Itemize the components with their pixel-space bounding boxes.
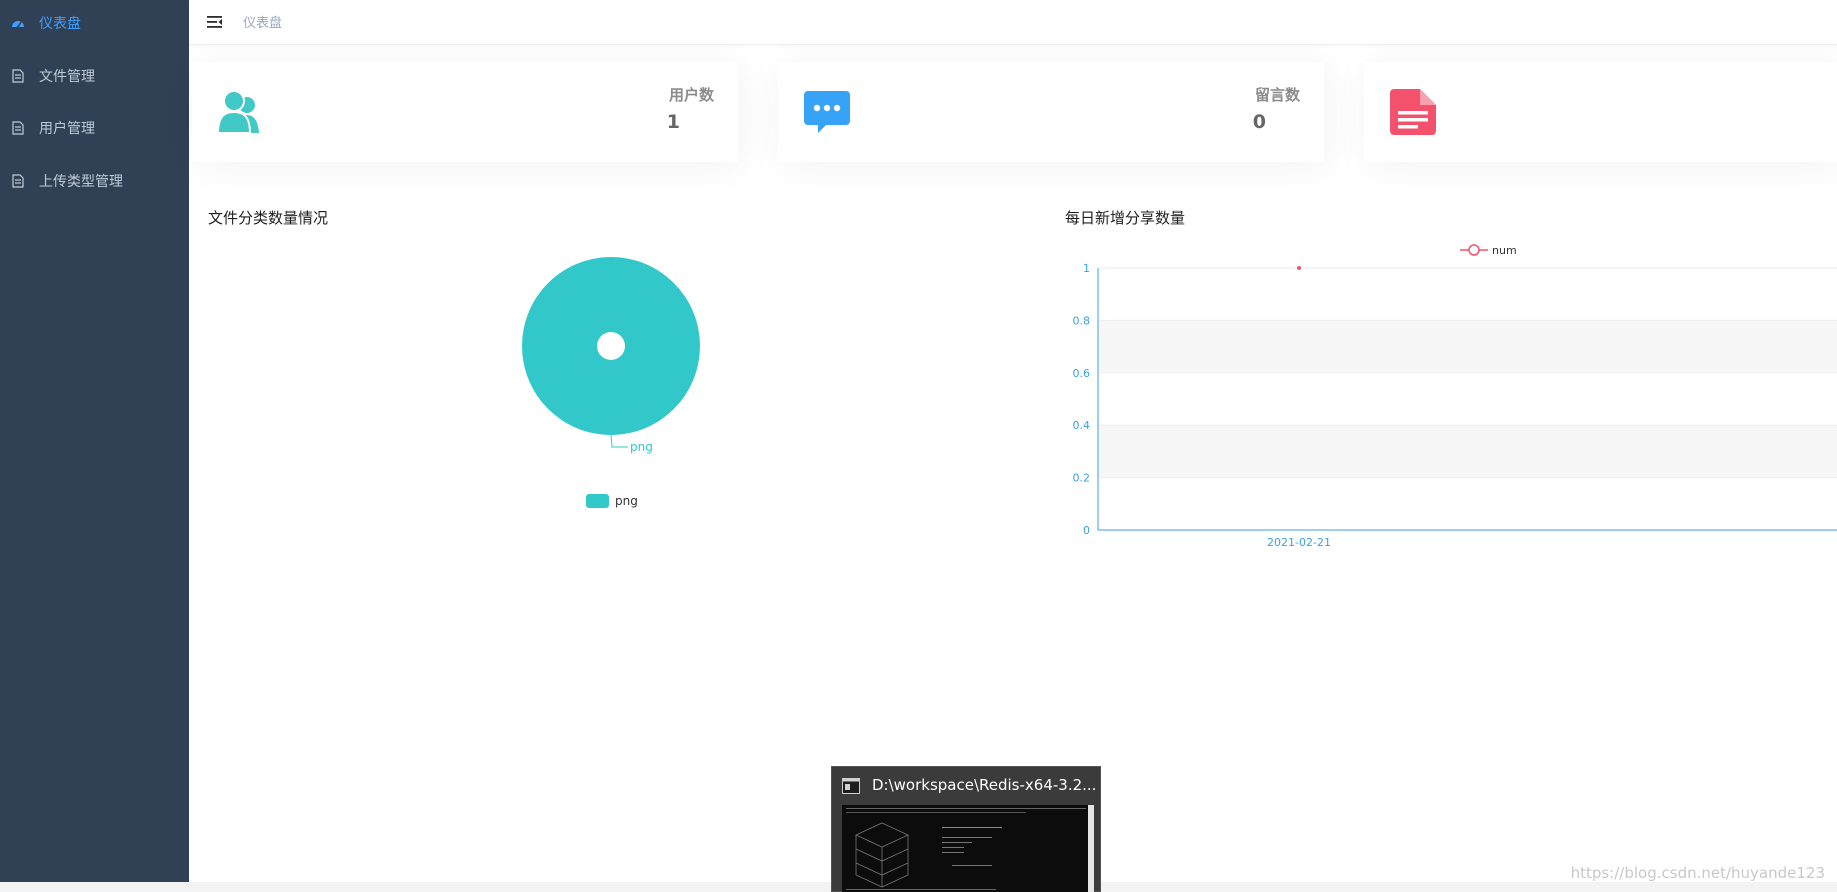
stat-label: 用户数: [668, 86, 714, 104]
watermark-text: https://blog.csdn.net/huyande123: [1570, 864, 1825, 882]
console-window-icon: [842, 778, 860, 794]
y-tick-label: 0.6: [1073, 367, 1091, 380]
sidebar-item-dashboard[interactable]: 仪表盘: [0, 8, 189, 38]
y-tick-label: 0: [1083, 524, 1090, 537]
stat-value: 1: [666, 111, 680, 133]
stat-card-messages[interactable]: 留言数 0: [778, 62, 1324, 162]
stat-card-files[interactable]: [1364, 62, 1837, 162]
document-icon: [10, 120, 26, 136]
stat-value: 0: [1252, 111, 1266, 133]
legend-swatch[interactable]: [586, 494, 609, 508]
legend-marker[interactable]: [1468, 244, 1480, 256]
document-icon: [1388, 87, 1438, 137]
taskbar-window-preview[interactable]: D:\workspace\Redis-x64-3.2...: [831, 766, 1101, 892]
line-chart-title: 每日新增分享数量: [1065, 209, 1186, 227]
top-navbar: 仪表盘: [189, 0, 1837, 45]
grid-band: [1098, 425, 1837, 478]
sidebar-item-label: 文件管理: [39, 69, 95, 85]
legend-label[interactable]: num: [1492, 244, 1517, 257]
sidebar: 仪表盘 文件管理 用户管理 上传类型管理: [0, 0, 189, 882]
dashboard-icon: [10, 15, 26, 31]
y-tick-label: 1: [1083, 262, 1090, 275]
pie-slice-label: png: [630, 440, 653, 454]
document-icon: [10, 173, 26, 189]
breadcrumb[interactable]: 仪表盘: [243, 12, 282, 31]
pie-hole: [597, 332, 625, 360]
sidebar-item-label: 用户管理: [39, 121, 95, 137]
pie-chart-title: 文件分类数量情况: [208, 209, 329, 227]
sidebar-item-users[interactable]: 用户管理: [0, 113, 189, 143]
app-root: 仪表盘 文件管理 用户管理 上传类型管理 仪表盘 用户数 1 留言数 0 文件分…: [0, 0, 1837, 892]
pie-chart: png png: [522, 257, 700, 508]
stat-card-users[interactable]: 用户数 1: [192, 62, 738, 162]
sidebar-item-upload-types[interactable]: 上传类型管理: [0, 166, 189, 196]
preview-window-title: D:\workspace\Redis-x64-3.2...: [872, 776, 1097, 794]
y-tick-label: 0.8: [1073, 314, 1091, 327]
hamburger-icon[interactable]: [205, 12, 225, 32]
console-preview-screen: [842, 805, 1094, 892]
document-icon: [10, 68, 26, 84]
sidebar-item-label: 上传类型管理: [39, 174, 123, 190]
x-tick-label: 2021-02-21: [1267, 536, 1331, 549]
users-icon: [216, 87, 266, 137]
data-point[interactable]: [1297, 266, 1301, 270]
grid-band: [1098, 320, 1837, 373]
y-tick-label: 0.4: [1073, 419, 1091, 432]
sidebar-item-label: 仪表盘: [39, 16, 81, 32]
message-icon: [802, 87, 852, 137]
legend-label[interactable]: png: [615, 494, 638, 508]
pie-label-line: [610, 434, 628, 448]
stat-label: 留言数: [1254, 86, 1300, 104]
sidebar-item-files[interactable]: 文件管理: [0, 61, 189, 91]
y-tick-label: 0.2: [1073, 472, 1091, 485]
line-chart: 0 0.2 0.4 0.6 0.8 1 2021-02-21 num: [1073, 244, 1837, 549]
